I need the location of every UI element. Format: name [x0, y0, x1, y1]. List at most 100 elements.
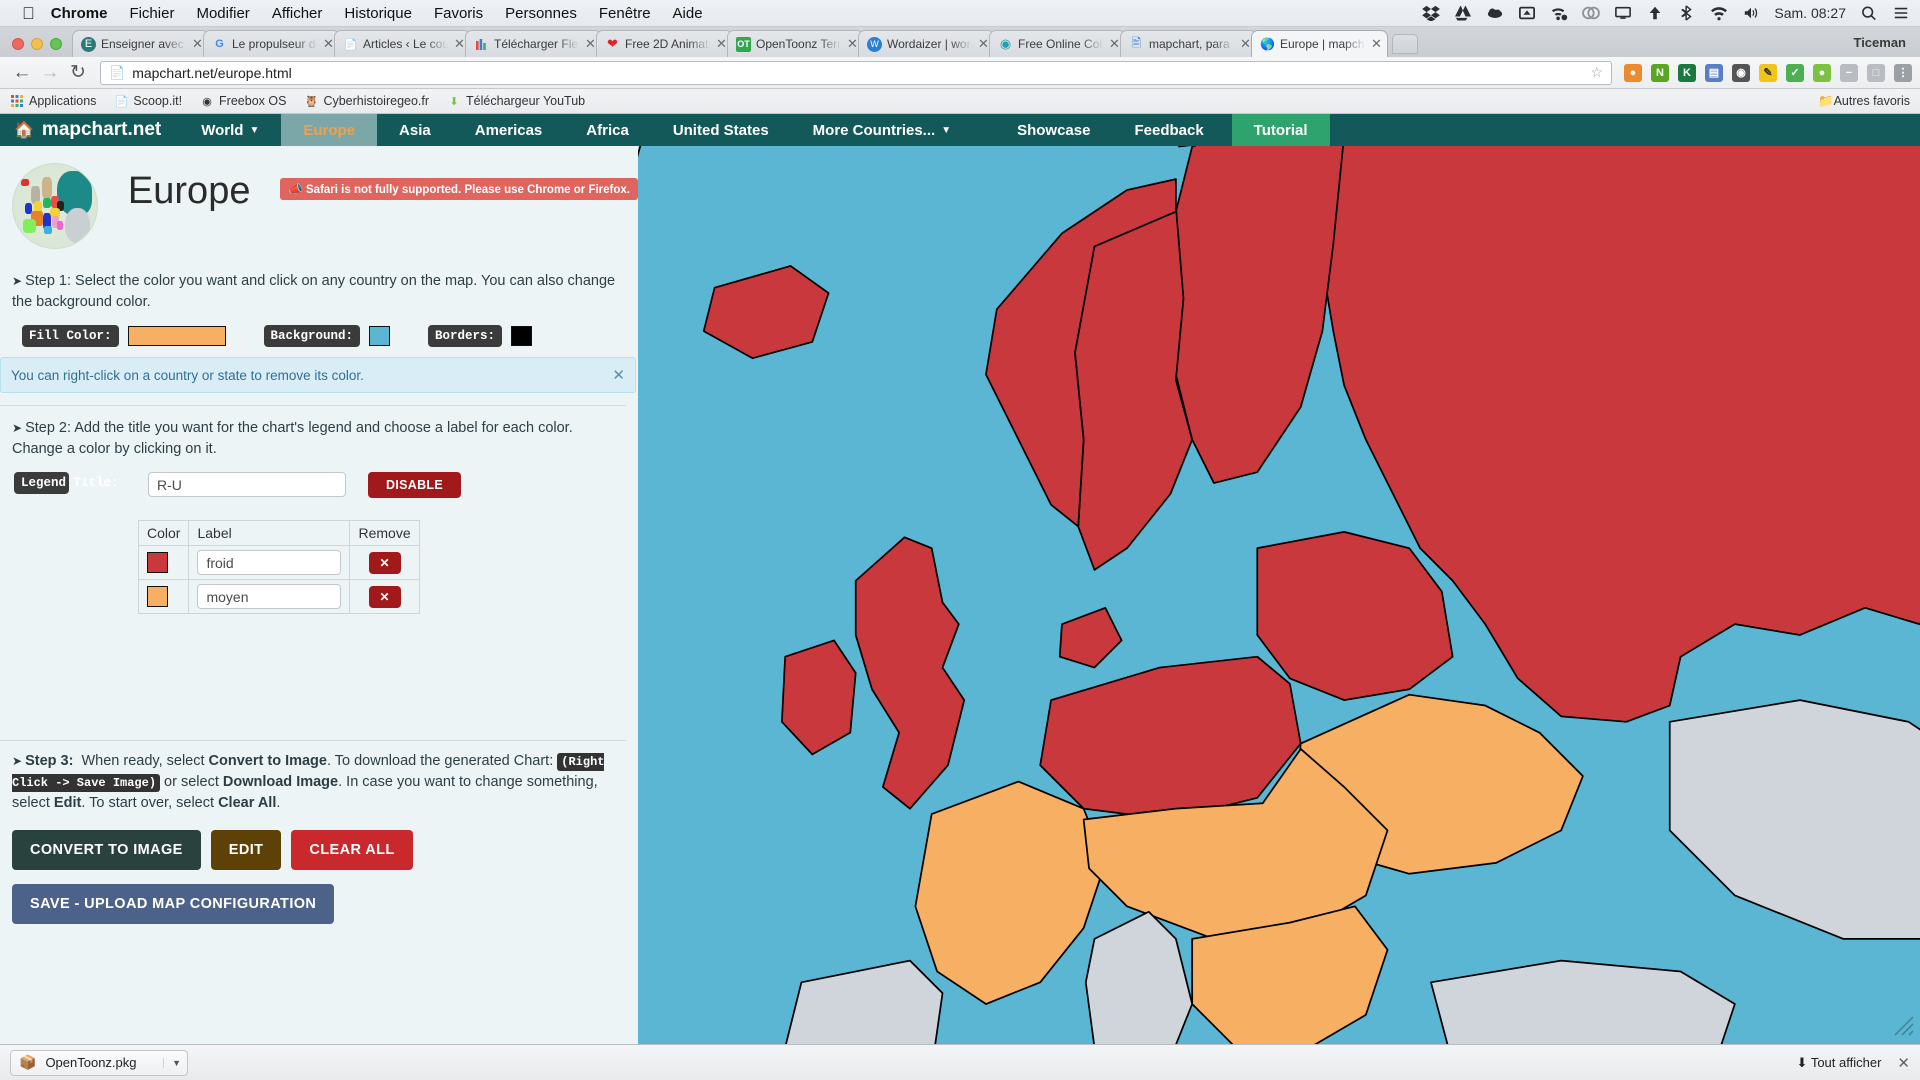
pen-icon[interactable]: ✎ [1759, 63, 1777, 82]
square-icon[interactable]: □ [1867, 63, 1885, 82]
menu-item-personnes[interactable]: Personnes [505, 5, 577, 22]
minimize-window-button[interactable] [31, 38, 43, 50]
bookmark-cyberhistoiregeo[interactable]: 🦉 Cyberhistoiregeo.fr [304, 94, 429, 108]
list-icon[interactable] [1892, 5, 1910, 21]
browser-tab[interactable]: ❤ Free 2D Animation Soft ✕ [596, 30, 733, 57]
cloud-icon[interactable] [1486, 5, 1504, 21]
clear-all-button[interactable]: CLEAR ALL [291, 830, 413, 871]
menu-item-fenetre[interactable]: Fenêtre [599, 5, 651, 22]
back-arrow-icon[interactable]: ← [8, 63, 36, 82]
browser-tab[interactable]: OT OpenToonz Terms of U ✕ [727, 30, 864, 57]
download-item[interactable]: 📦 OpenToonz.pkg ▼ [10, 1049, 188, 1076]
menu-item-afficher[interactable]: Afficher [272, 5, 323, 22]
menubar-clock[interactable]: Sam. 08:27 [1774, 5, 1846, 21]
bookmark-scoopit[interactable]: 📄 Scoop.it! [114, 94, 183, 108]
window-traffic-lights[interactable] [8, 38, 72, 57]
legend-color-swatch[interactable] [147, 552, 168, 574]
edit-button[interactable]: EDIT [210, 830, 282, 871]
nav-item-more-countries[interactable]: More Countries... ▼ [791, 114, 973, 146]
volume-icon[interactable] [1742, 5, 1760, 21]
menu-item-modifier[interactable]: Modifier [196, 5, 249, 22]
legend-label-input[interactable]: froid [197, 550, 342, 576]
wifi-off-icon[interactable] [1550, 5, 1568, 21]
save-upload-map-configuration-button[interactable]: SAVE - UPLOAD MAP CONFIGURATION [12, 884, 335, 925]
minus-icon[interactable]: − [1840, 63, 1858, 82]
convert-to-image-button[interactable]: CONVERT TO IMAGE [12, 830, 201, 871]
nav-item-americas[interactable]: Americas [453, 114, 565, 146]
browser-tab-active[interactable]: 🌎 Europe | mapchart ✕ [1251, 30, 1388, 57]
browser-tab[interactable]: Télécharger Fleex Play ✕ [465, 30, 602, 57]
menu-item-fichier[interactable]: Fichier [129, 5, 174, 22]
fill-color-swatch[interactable] [127, 326, 226, 347]
nav-item-europe[interactable]: Europe [281, 114, 378, 146]
evernote-icon[interactable]: N [1651, 63, 1669, 82]
zoom-window-button[interactable] [50, 38, 62, 50]
kaspersky-icon[interactable]: K [1678, 63, 1696, 82]
legend-row-color[interactable] [137, 545, 190, 581]
bookmark-freebox[interactable]: ◉ Freebox OS [200, 94, 286, 108]
legend-label-input[interactable]: moyen [197, 584, 342, 610]
table-row: moyen ✕ [137, 579, 420, 615]
nav-item-africa[interactable]: Africa [564, 114, 651, 146]
legend-color-swatch[interactable] [147, 586, 168, 608]
menu-item-favoris[interactable]: Favoris [434, 5, 483, 22]
browser-tab[interactable]: W Wordaizer | word cloud ✕ [858, 30, 995, 57]
menu-icon[interactable]: ⋮ [1894, 63, 1912, 82]
bookmark-telechargeur-youtube[interactable]: ⬇ Téléchargeur YouTub [447, 94, 585, 108]
chevron-down-icon[interactable]: ▼ [163, 1057, 181, 1068]
eject-icon[interactable] [1518, 5, 1536, 21]
creative-cloud-icon[interactable] [1582, 5, 1601, 21]
disable-legend-button[interactable]: DISABLE [368, 472, 461, 499]
borders-color-swatch[interactable] [511, 326, 533, 347]
search-icon[interactable] [1860, 5, 1878, 21]
browser-tab[interactable]: ◉ Free Online Collage Ma ✕ [989, 30, 1126, 57]
bookmark-applications[interactable]: Applications [10, 94, 96, 108]
map-canvas[interactable]: – [638, 114, 1920, 1080]
bluetooth-icon[interactable] [1678, 5, 1696, 21]
nav-item-united-states[interactable]: United States [651, 114, 791, 146]
pocket-icon[interactable]: ▤ [1705, 63, 1723, 82]
nav-item-feedback[interactable]: Feedback [1112, 114, 1225, 146]
menu-item-historique[interactable]: Historique [344, 5, 412, 22]
europe-map-svg[interactable] [638, 114, 1920, 1080]
browser-tab[interactable]: 📄 Articles ‹ Le coutelas d ✕ [334, 30, 471, 57]
browser-tab[interactable]: G Le propulseur de Ticem ✕ [203, 30, 340, 57]
new-tab-button[interactable] [1392, 34, 1418, 54]
forward-arrow-icon[interactable]: → [36, 63, 64, 82]
chrome-profile-label[interactable]: Ticeman [1853, 35, 1920, 57]
nav-item-tutorial[interactable]: Tutorial [1231, 114, 1330, 146]
legend-row-color[interactable] [137, 579, 190, 615]
background-color-swatch[interactable] [369, 326, 391, 347]
browser-tab[interactable]: 🖹 mapchart, para crear m ✕ [1120, 30, 1257, 57]
show-all-downloads-button[interactable]: ⬇ Tout afficher [1797, 1055, 1882, 1071]
dropbox-icon[interactable] [1422, 5, 1441, 21]
close-icon[interactable]: ✕ [612, 366, 625, 384]
menu-item-aide[interactable]: Aide [673, 5, 703, 22]
close-window-button[interactable] [12, 38, 24, 50]
remove-legend-row-button[interactable]: ✕ [368, 551, 401, 574]
screen-icon[interactable] [1614, 5, 1632, 21]
shield-icon[interactable]: ● [1624, 63, 1642, 82]
bookmarks-overflow[interactable]: 📁 Autres favoris [1818, 94, 1910, 109]
star-icon[interactable]: ☆ [1590, 64, 1603, 81]
google-drive-icon[interactable] [1454, 5, 1472, 21]
nav-item-asia[interactable]: Asia [377, 114, 453, 146]
legend-title-input[interactable]: R-U [148, 472, 346, 498]
green-dot-icon[interactable]: ● [1813, 63, 1831, 82]
menu-item-chrome[interactable]: Chrome [51, 5, 108, 22]
nav-item-world[interactable]: World ▼ [179, 114, 281, 146]
tab-close-icon[interactable]: ✕ [1370, 36, 1383, 52]
browser-tab[interactable]: E Enseigner avec le num ✕ [72, 30, 209, 57]
camera-icon[interactable]: ◉ [1732, 63, 1750, 82]
close-downloads-bar-icon[interactable]: ✕ [1897, 1054, 1910, 1072]
upload-icon[interactable] [1646, 5, 1664, 21]
nav-item-showcase[interactable]: Showcase [973, 114, 1112, 146]
resize-grip-icon[interactable] [1894, 1016, 1914, 1036]
leaf-icon[interactable]: ✓ [1786, 63, 1804, 82]
remove-legend-row-button[interactable]: ✕ [368, 585, 401, 608]
address-bar[interactable]: 📄 mapchart.net/europe.html ☆ [100, 60, 1612, 85]
reload-icon[interactable]: ↻ [64, 63, 92, 82]
site-brand[interactable]: 🏠 mapchart.net [0, 114, 179, 146]
apple-logo-icon[interactable]:  [22, 5, 35, 22]
wifi-icon[interactable] [1710, 5, 1728, 21]
